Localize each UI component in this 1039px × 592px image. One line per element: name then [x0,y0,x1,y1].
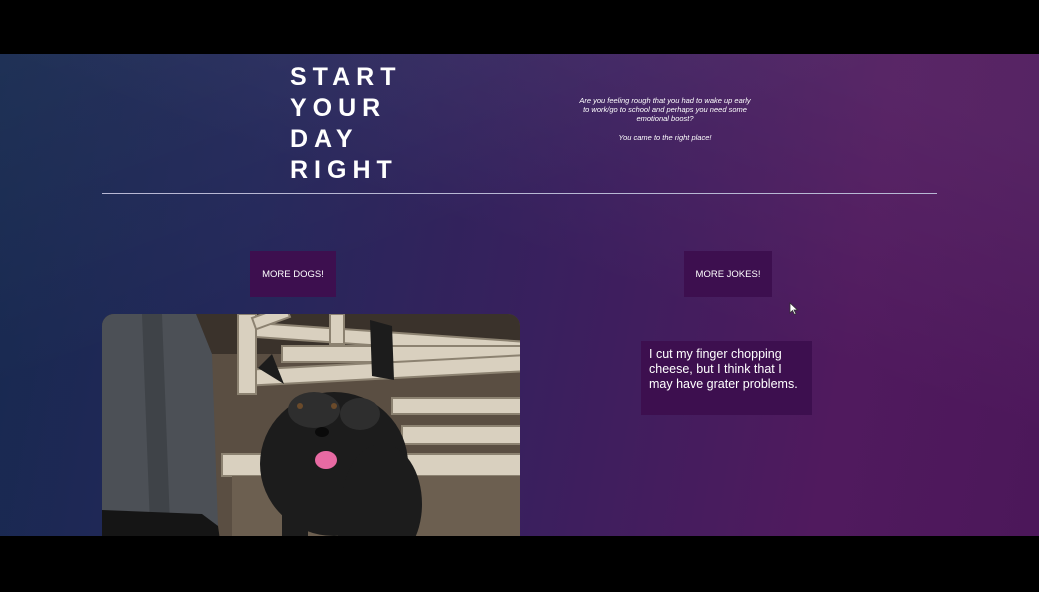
intro-text-block: Are you feeling rough that you had to wa… [578,96,752,142]
title-line-3: DAY [290,125,359,153]
intro-text: Are you feeling rough that you had to wa… [579,96,751,123]
dog-photo-illustration [102,314,520,536]
header-divider [102,193,937,194]
title-line-1: START [290,63,402,91]
pointer-cursor-icon [789,302,799,316]
title-line-4: RIGHT [290,156,398,184]
dog-image [102,314,520,536]
letterbox-top [0,0,1039,54]
intro-tagline: You came to the right place! [618,133,712,142]
more-jokes-button[interactable]: MORE JOKES! [684,251,772,297]
title-line-2: YOUR [290,94,387,122]
letterbox-bottom [0,536,1039,592]
joke-text-box: I cut my finger chopping cheese, but I t… [641,341,812,415]
page: START YOUR DAY RIGHT Are you feeling rou… [0,54,1039,536]
joke-text: I cut my finger chopping cheese, but I t… [649,347,798,391]
page-title: START YOUR DAY RIGHT [290,62,401,186]
more-dogs-button[interactable]: MORE DOGS! [250,251,336,297]
